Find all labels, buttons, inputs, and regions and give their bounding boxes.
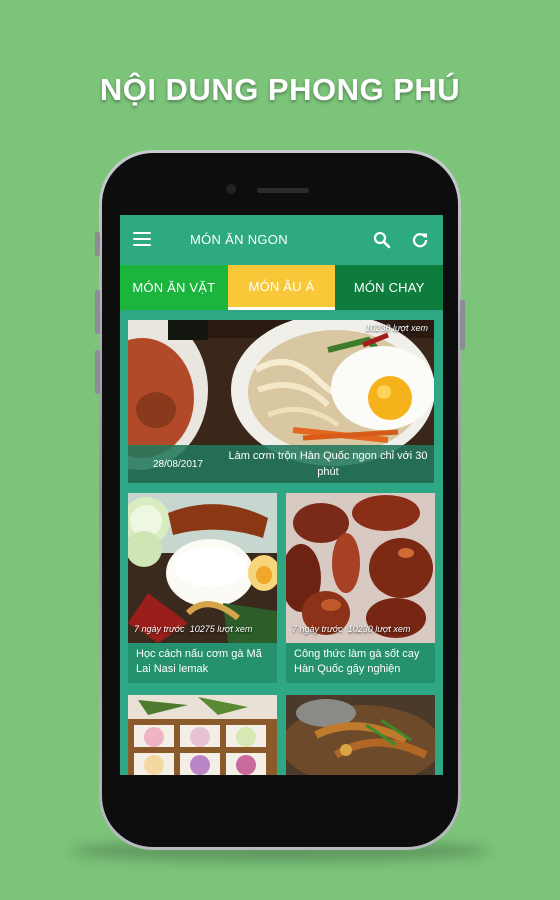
speaker-grille <box>257 188 309 193</box>
article-feed: 10238 lượt xem 28/08/2017 Làm cơm trộn H… <box>120 310 443 775</box>
article-time: 7 ngày trước <box>134 624 185 634</box>
article-views: 10230 lượt xem <box>347 624 411 634</box>
tab-mon-an-vat[interactable]: MÓN ĂN VẶT <box>120 265 228 310</box>
featured-views: 10238 lượt xem <box>365 323 428 333</box>
featured-caption: 28/08/2017 Làm cơm trộn Hàn Quốc ngon ch… <box>128 445 434 483</box>
app-screen: MÓN ĂN NGON MÓN ĂN VẶT MÓN ÂU Á MÓN CHAY <box>120 215 443 775</box>
article-image <box>286 493 435 643</box>
article-card[interactable] <box>128 695 277 775</box>
tab-mon-au-a[interactable]: MÓN ÂU Á <box>227 265 336 310</box>
tab-mon-chay[interactable]: MÓN CHAY <box>335 265 443 310</box>
front-camera <box>226 184 236 194</box>
refresh-icon[interactable] <box>411 231 429 249</box>
article-meta: 7 ngày trước 10275 lượt xem <box>134 624 252 634</box>
category-tabs: MÓN ĂN VẶT MÓN ÂU Á MÓN CHAY <box>120 265 443 310</box>
article-image <box>128 695 277 775</box>
article-time: 7 ngày trước <box>292 624 343 634</box>
volume-down-button <box>95 350 100 394</box>
search-icon[interactable] <box>373 231 391 249</box>
article-image <box>128 493 277 643</box>
article-title: Học cách nấu cơm gà Mã Lai Nasi lemak <box>128 643 277 683</box>
featured-date: 28/08/2017 <box>152 458 204 470</box>
app-bar: MÓN ĂN NGON <box>120 215 443 265</box>
mute-switch <box>95 232 100 256</box>
volume-up-button <box>95 290 100 334</box>
article-views: 10275 lượt xem <box>189 624 253 634</box>
featured-title: Làm cơm trộn Hàn Quốc ngon chỉ với 30 ph… <box>228 450 428 478</box>
promo-headline: NỘI DUNG PHONG PHÚ <box>99 72 461 107</box>
article-image <box>286 695 435 775</box>
article-card[interactable]: 7 ngày trước 10275 lượt xem Học cách nấu… <box>128 493 277 683</box>
app-title: MÓN ĂN NGON <box>190 232 288 247</box>
article-card[interactable] <box>286 695 435 775</box>
article-title: Công thức làm gà sốt cay Hàn Quốc gây ng… <box>286 643 435 683</box>
power-button <box>460 300 465 350</box>
article-meta: 7 ngày trước 10230 lượt xem <box>292 624 410 634</box>
article-card[interactable]: 7 ngày trước 10230 lượt xem Công thức là… <box>286 493 435 683</box>
featured-article-card[interactable]: 10238 lượt xem 28/08/2017 Làm cơm trộn H… <box>128 320 434 483</box>
menu-icon[interactable] <box>133 232 151 247</box>
